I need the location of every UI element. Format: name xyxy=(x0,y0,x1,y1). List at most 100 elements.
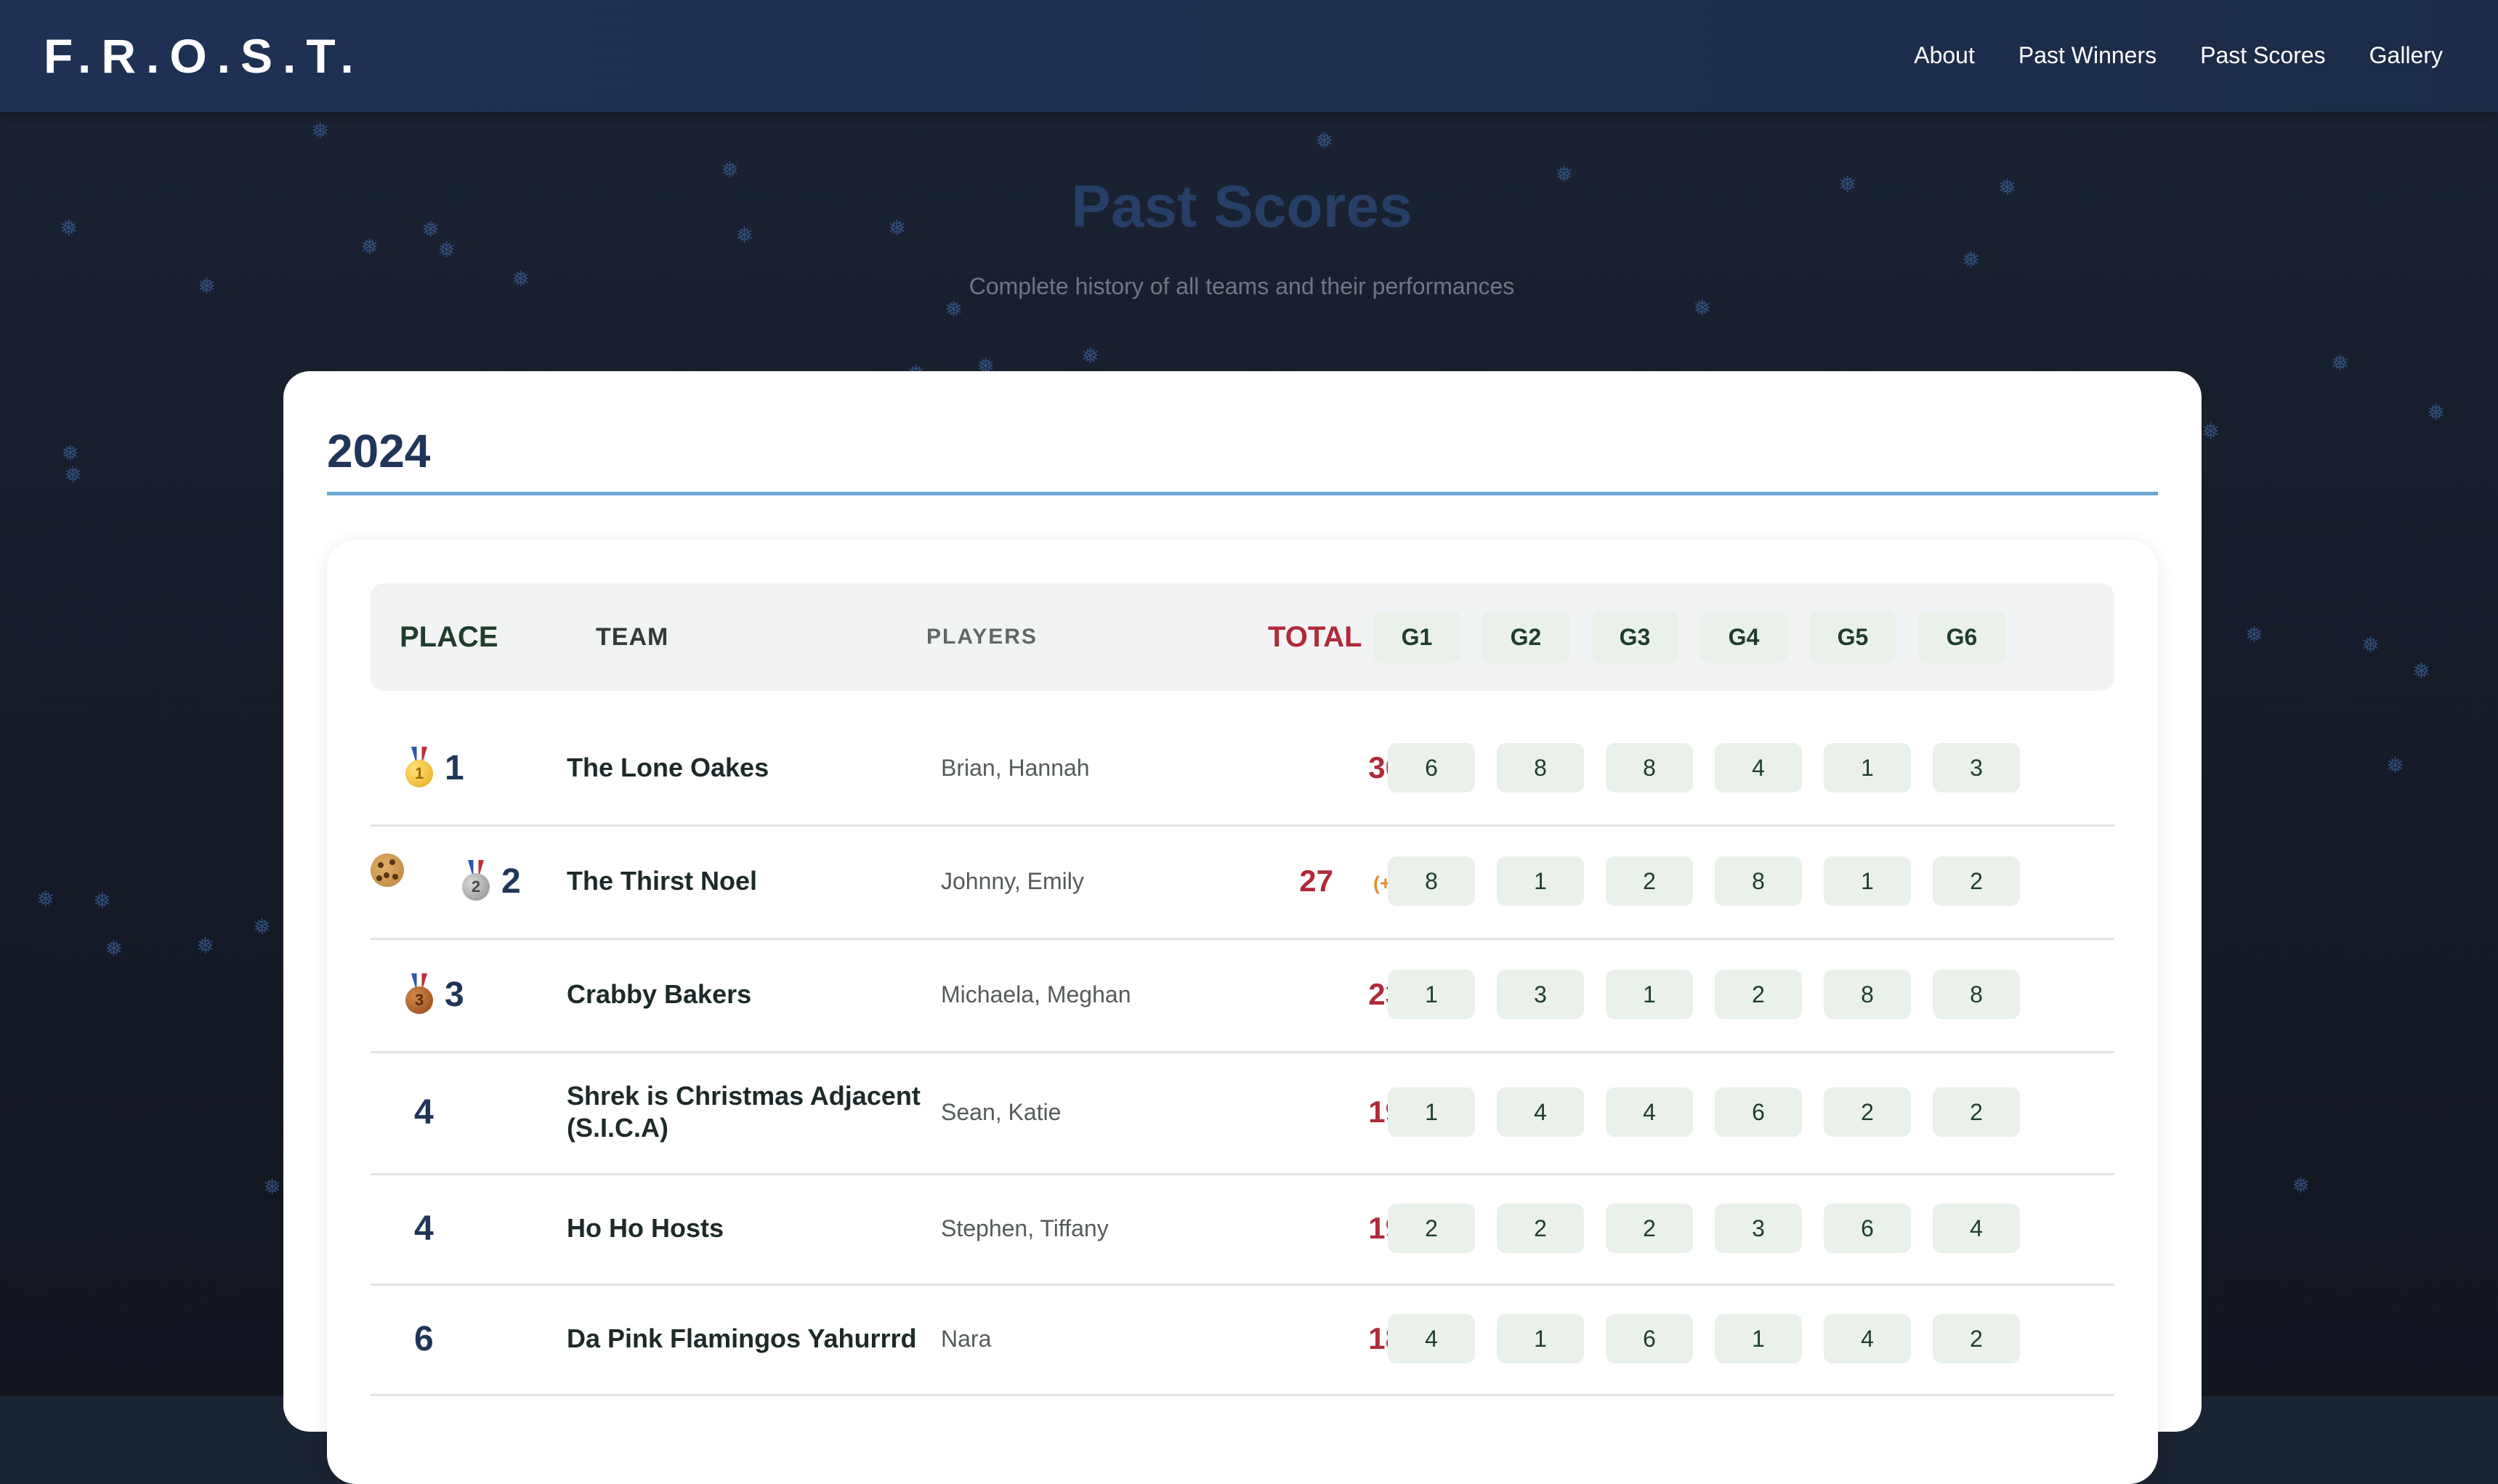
snowflake-icon: ❅ xyxy=(2361,633,2380,657)
table-row: 3 3 Crabby Bakers Michaela, Meghan 23 1 3 1 2 8 8 xyxy=(371,938,2114,1053)
team-name: The Thirst Noel xyxy=(567,866,758,896)
game-score: 4 xyxy=(1497,1087,1584,1137)
place-cell: 22 xyxy=(462,824,521,938)
table-header: PLACE TEAM PLAYERS TOTAL G1 G2 G3 G4 G5 … xyxy=(371,583,2114,691)
place-number: 3 xyxy=(445,975,464,1014)
snowflake-icon: ❅ xyxy=(1081,344,1100,368)
snowflake-icon: ❅ xyxy=(196,934,215,958)
snowflake-icon: ❅ xyxy=(2331,352,2350,376)
game-score: 1 xyxy=(1715,1314,1802,1363)
game-score: 8 xyxy=(1497,743,1584,792)
total-score: 18 xyxy=(1368,1321,1402,1355)
snowflake-icon: ❅ xyxy=(61,442,80,466)
header-team: TEAM xyxy=(596,623,669,651)
game-score: 2 xyxy=(1933,1087,2020,1137)
snowflake-icon: ❅ xyxy=(2386,754,2405,778)
nav-links: About Past Winners Past Scores Gallery xyxy=(1914,38,2443,73)
header-game: G2 xyxy=(1482,611,1569,663)
players-list: Brian, Hannah xyxy=(941,755,1090,781)
page-subtitle: Complete history of all teams and their … xyxy=(969,273,1515,299)
players-list: Johnny, Emily xyxy=(941,868,1084,894)
game-score: 1 xyxy=(1606,970,1693,1019)
snowflake-icon: ❅ xyxy=(1315,129,1334,153)
total-score: 19 xyxy=(1368,1095,1402,1129)
game-score: 2 xyxy=(1606,856,1693,906)
total-score: 27 xyxy=(1299,864,1333,898)
snowflake-icon: ❅ xyxy=(253,915,272,939)
table-row: 4 Shrek is Christmas Adjacent (S.I.C.A) Se… xyxy=(371,1051,2114,1175)
site-logo[interactable]: F.R.O.S.T. xyxy=(44,28,364,84)
header-total: TOTAL xyxy=(1268,621,1362,653)
season-year: 2024 xyxy=(327,425,431,477)
snowflake-icon: ❅ xyxy=(311,119,330,143)
snowflake-icon: ❅ xyxy=(2412,660,2431,684)
place-number: 2 xyxy=(501,861,521,901)
game-score: 2 xyxy=(1497,1204,1584,1253)
players-list: Sean, Katie xyxy=(941,1099,1062,1125)
place-cell: 6 xyxy=(414,1284,434,1394)
place-cell: 33 xyxy=(405,938,464,1051)
game-score: 1 xyxy=(1497,1314,1584,1363)
place-cell: 4 xyxy=(414,1173,434,1284)
game-score: 1 xyxy=(1824,856,1911,906)
divider xyxy=(327,492,2158,495)
place-number: 4 xyxy=(414,1209,434,1248)
game-score: 2 xyxy=(1606,1204,1693,1253)
nav-link-gallery[interactable]: Gallery xyxy=(2369,38,2443,73)
game-score: 6 xyxy=(1715,1087,1802,1137)
game-score: 4 xyxy=(1388,1314,1475,1363)
snowflake-icon: ❅ xyxy=(2427,401,2446,425)
place-cell: 11 xyxy=(405,711,464,824)
snowflake-icon: ❅ xyxy=(945,298,963,322)
nav-link-past-scores[interactable]: Past Scores xyxy=(2200,38,2326,73)
scores-table: PLACE TEAM PLAYERS TOTAL G1 G2 G3 G4 G5 … xyxy=(327,540,2158,1484)
header-game: G5 xyxy=(1809,611,1896,663)
page-title: Past Scores xyxy=(1071,174,1412,240)
snowflake-icon: ❅ xyxy=(64,463,83,487)
table-row: 4 Ho Ho Hosts Stephen, Tiffany 19 2 2 2 3 6 4 xyxy=(371,1173,2114,1286)
team-name: Crabby Bakers xyxy=(567,979,752,1009)
game-score: 8 xyxy=(1824,970,1911,1019)
cookie-icon xyxy=(371,853,404,887)
game-score: 2 xyxy=(1715,970,1802,1019)
game-score: 4 xyxy=(1824,1314,1911,1363)
team-name: The Lone Oakes xyxy=(567,753,769,782)
table-row: 22The Thirst NoelJohnny, Emily27(+5)8128… xyxy=(371,824,2114,940)
top-navbar: F.R.O.S.T. About Past Winners Past Score… xyxy=(0,0,2498,112)
game-score: 8 xyxy=(1715,856,1802,906)
players-list: Nara xyxy=(941,1326,992,1352)
game-score: 1 xyxy=(1497,856,1584,906)
snowflake-icon: ❅ xyxy=(2292,1174,2311,1198)
total-score: 19 xyxy=(1368,1211,1402,1245)
game-score: 4 xyxy=(1715,743,1802,792)
game-score: 2 xyxy=(1388,1204,1475,1253)
players-list: Michaela, Meghan xyxy=(941,981,1131,1007)
game-score: 8 xyxy=(1933,970,2020,1019)
snowflake-icon: ❅ xyxy=(2202,420,2220,444)
game-score: 3 xyxy=(1497,970,1584,1019)
table-row: 1 1 The Lone Oakes Brian, Hannah 30 6 8 8 4 1 3 xyxy=(371,711,2114,827)
game-score: 6 xyxy=(1388,743,1475,792)
snowflake-icon: ❅ xyxy=(2245,623,2264,647)
header-place: PLACE xyxy=(400,621,498,653)
game-score: 6 xyxy=(1606,1314,1693,1363)
header-game: G3 xyxy=(1591,611,1678,663)
game-score: 2 xyxy=(1933,856,2020,906)
snowflake-icon: ❅ xyxy=(1962,248,1981,272)
season-card: 2024 PLACE TEAM PLAYERS TOTAL G1 G2 G3 G… xyxy=(283,371,2202,1484)
nav-link-past-winners[interactable]: Past Winners xyxy=(2018,38,2157,73)
team-name: Da Pink Flamingos Yahurrrd xyxy=(567,1323,917,1353)
place-number: 4 xyxy=(414,1092,434,1132)
nav-link-about[interactable]: About xyxy=(1914,38,1975,73)
game-score: 2 xyxy=(1933,1314,2020,1363)
place-number: 6 xyxy=(414,1319,434,1358)
place-number: 1 xyxy=(445,748,464,787)
header-players: PLAYERS xyxy=(926,625,1038,649)
bronze-medal-icon: 3 xyxy=(405,973,433,1015)
total-score: 30 xyxy=(1368,750,1402,784)
game-score: 1 xyxy=(1388,970,1475,1019)
game-score: 8 xyxy=(1388,856,1475,906)
players-list: Stephen, Tiffany xyxy=(941,1215,1109,1241)
total-score: 23 xyxy=(1368,977,1402,1011)
gold-medal-icon: 1 xyxy=(405,747,433,789)
